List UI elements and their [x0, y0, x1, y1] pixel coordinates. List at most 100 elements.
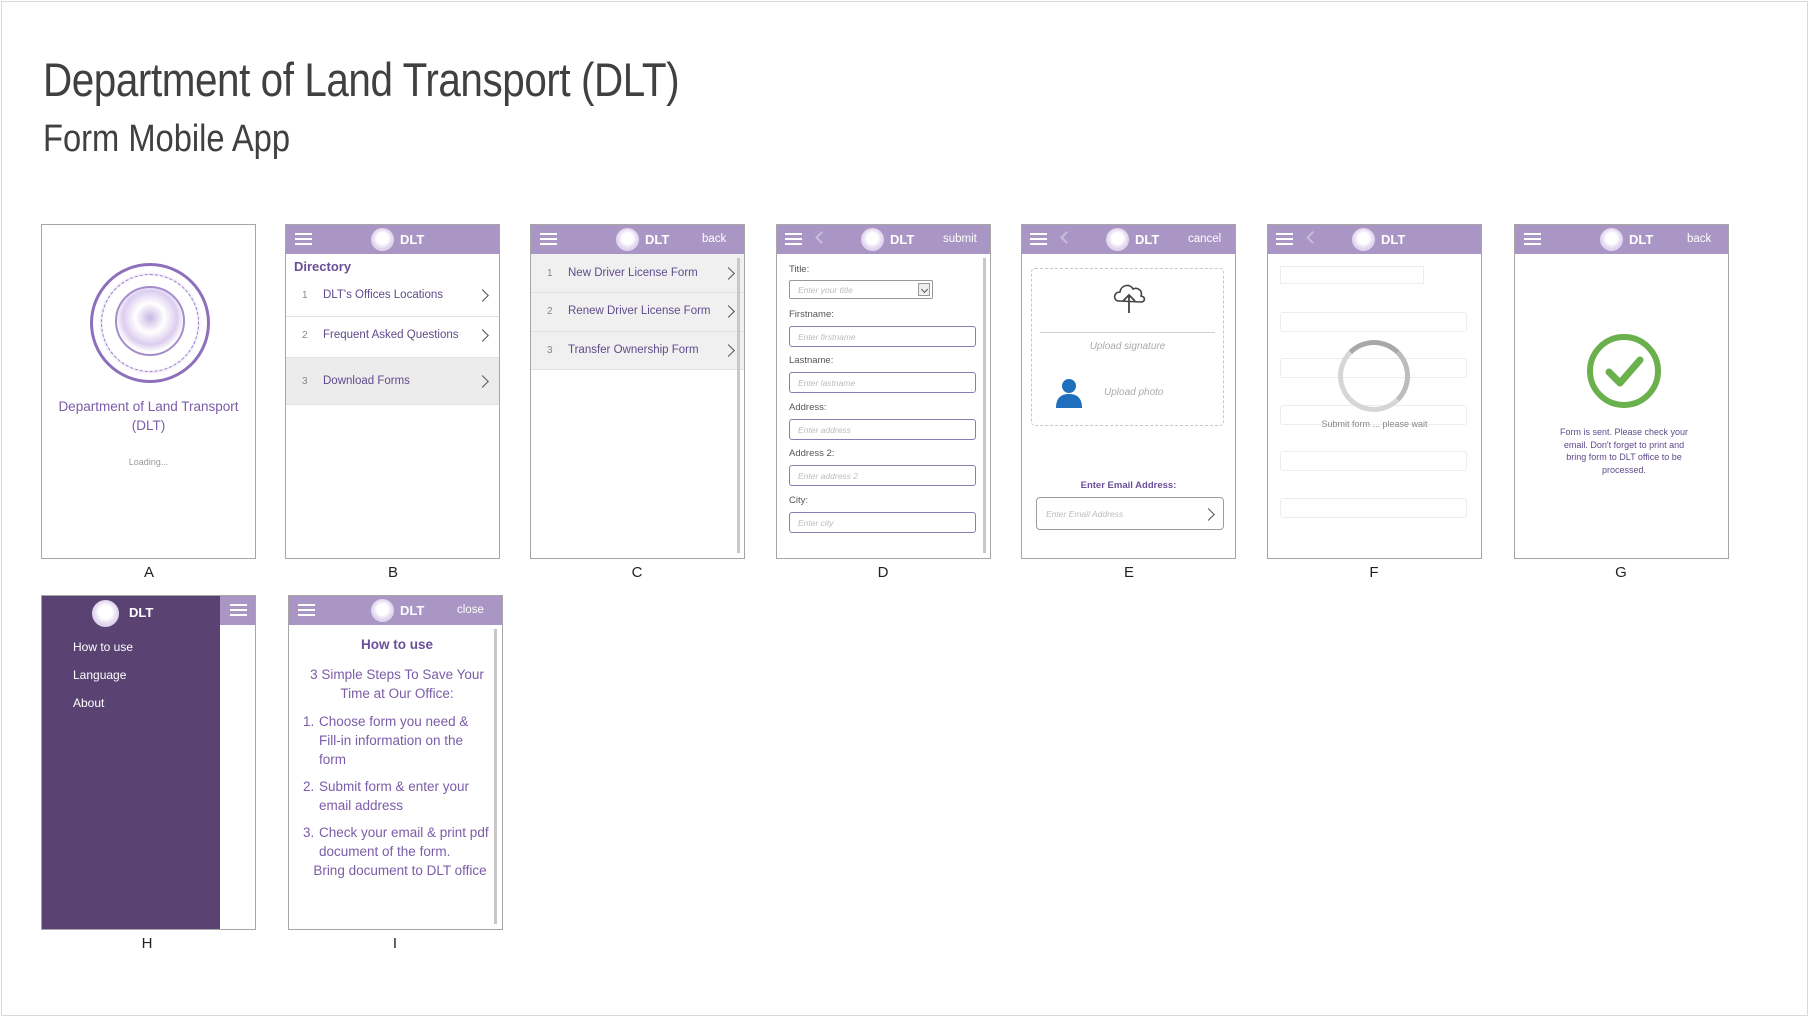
app-name: DLT	[400, 603, 425, 618]
app-header: DLT back	[1515, 225, 1728, 254]
cancel-button[interactable]: cancel	[1188, 233, 1221, 245]
form-list-item[interactable]: 3 Transfer Ownership Form	[531, 332, 744, 370]
screen-g-success: DLT back Form is sent. Please check your…	[1514, 224, 1729, 559]
caption-b: B	[387, 564, 398, 581]
slide-subtitle: Form Mobile App	[43, 118, 291, 160]
directory-item[interactable]: 1 DLT's Offices Locations	[286, 276, 499, 317]
hamburger-menu-icon[interactable]	[1030, 233, 1047, 246]
scrollbar[interactable]	[737, 258, 740, 553]
app-name: DLT	[1381, 232, 1406, 247]
form-list-item[interactable]: 1 New Driver License Form	[531, 254, 744, 293]
lastname-input[interactable]: Enter lastname	[789, 372, 976, 393]
caption-c: C	[631, 564, 643, 581]
screen-h-menu: DLT How to use Language About	[41, 595, 256, 930]
city-input[interactable]: Enter city	[789, 512, 976, 533]
menu-item-how-to-use[interactable]: How to use	[73, 640, 133, 654]
upload-signature-label[interactable]: Upload signature	[1032, 341, 1223, 352]
divider	[1040, 332, 1215, 333]
chevron-right-icon	[722, 267, 735, 280]
app-name: DLT	[1629, 232, 1654, 247]
app-name: DLT	[400, 232, 425, 247]
screen-b-directory: DLT Directory 1 DLT's Offices Locations …	[285, 224, 500, 559]
title-select[interactable]: Enter your title	[789, 280, 933, 299]
hamburger-menu-icon[interactable]	[1276, 233, 1293, 246]
screen-e-upload: DLT cancel Address 2: Upload signature U…	[1021, 224, 1236, 559]
app-name: DLT	[890, 232, 915, 247]
field-label: Address 2:	[789, 448, 835, 459]
how-to-use-footer: Bring document to DLT office	[313, 863, 487, 878]
cloud-upload-icon[interactable]	[1110, 279, 1148, 317]
screen-d-form: DLT submit Title: Enter your title First…	[776, 224, 991, 559]
upload-photo-label[interactable]: Upload photo	[1104, 387, 1164, 398]
hamburger-menu-icon[interactable]	[540, 233, 557, 246]
back-chevron-icon[interactable]	[815, 231, 828, 244]
chevron-right-icon	[476, 289, 489, 302]
hamburger-menu-icon[interactable]	[230, 604, 247, 617]
dlt-logo-icon	[1106, 228, 1129, 251]
field-label: Firstname:	[789, 309, 834, 320]
directory-item-selected[interactable]: 3 Download Forms	[286, 358, 499, 405]
app-header: DLT close	[289, 596, 502, 625]
menu-item-language[interactable]: Language	[73, 668, 126, 682]
dlt-logo-icon	[1352, 228, 1375, 251]
submit-button[interactable]: submit	[943, 233, 977, 245]
chevron-right-icon	[722, 344, 735, 357]
directory-heading: Directory	[294, 259, 352, 274]
header-strip	[220, 596, 255, 625]
hamburger-menu-icon[interactable]	[1524, 233, 1541, 246]
address2-input[interactable]: Enter address 2	[789, 465, 976, 486]
caption-i: I	[392, 935, 398, 952]
form-list: 1 New Driver License Form 2 Renew Driver…	[531, 254, 744, 370]
splash-agency-name: Department of Land Transport (DLT)	[58, 399, 239, 433]
loading-text: Loading...	[128, 457, 169, 467]
screen-c-forms: DLT back 1 New Driver License Form 2 Ren…	[530, 224, 745, 559]
steps-list: 1. Choose form you need & Fill-in informa…	[303, 712, 493, 869]
user-photo-icon[interactable]	[1054, 377, 1084, 409]
caption-a: A	[143, 564, 154, 581]
caption-g: G	[1615, 564, 1627, 581]
caption-h: H	[141, 935, 153, 952]
dlt-logo-icon	[616, 228, 639, 251]
back-button[interactable]: back	[702, 233, 726, 245]
email-input[interactable]: Enter Email Address	[1036, 497, 1224, 530]
form-list-item[interactable]: 2 Renew Driver License Form	[531, 293, 744, 332]
directory-item[interactable]: 2 Frequent Asked Questions	[286, 317, 499, 358]
back-button[interactable]: back	[1687, 233, 1711, 245]
firstname-input[interactable]: Enter firstname	[789, 326, 976, 347]
how-to-use-intro: 3 Simple Steps To Save Your Time at Our …	[310, 667, 484, 701]
chevron-right-icon	[476, 375, 489, 388]
close-button[interactable]: close	[457, 604, 484, 616]
app-header: DLT	[286, 225, 499, 254]
dlt-logo-icon	[1600, 228, 1623, 251]
back-chevron-icon[interactable]	[1060, 231, 1073, 244]
hamburger-menu-icon[interactable]	[295, 233, 312, 246]
side-menu-panel: DLT How to use Language About	[42, 596, 220, 929]
step-item: 2. Submit form & enter your email address	[303, 779, 470, 813]
how-to-use-heading: How to use	[360, 637, 433, 652]
screen-a-splash: Department of Land Transport (DLT) Loadi…	[41, 224, 256, 559]
scrollbar[interactable]	[494, 629, 497, 924]
field-label: City:	[789, 495, 808, 506]
success-check-icon	[1587, 334, 1661, 408]
app-header: DLT submit	[777, 225, 990, 254]
success-message: Form is sent. Please check your email. D…	[1559, 427, 1689, 475]
field-label: Lastname:	[789, 355, 834, 366]
dlt-logo-icon	[92, 600, 119, 627]
back-chevron-icon[interactable]	[1306, 231, 1319, 244]
hamburger-menu-icon[interactable]	[785, 233, 802, 246]
scrollbar[interactable]	[983, 258, 986, 553]
caption-e: E	[1123, 564, 1134, 581]
menu-item-about[interactable]: About	[73, 696, 104, 710]
caption-d: D	[877, 564, 889, 581]
dlt-logo-icon	[371, 599, 394, 622]
app-name: DLT	[129, 605, 154, 620]
chevron-right-icon[interactable]	[1202, 508, 1215, 521]
dropdown-arrow-icon[interactable]	[918, 283, 930, 296]
address-input[interactable]: Enter address	[789, 419, 976, 440]
dlt-logo-icon	[861, 228, 884, 251]
app-header: DLT cancel	[1022, 225, 1235, 254]
email-label: Enter Email Address:	[1080, 480, 1177, 491]
app-header: DLT back	[531, 225, 744, 254]
caption-f: F	[1369, 564, 1379, 581]
hamburger-menu-icon[interactable]	[298, 604, 315, 617]
